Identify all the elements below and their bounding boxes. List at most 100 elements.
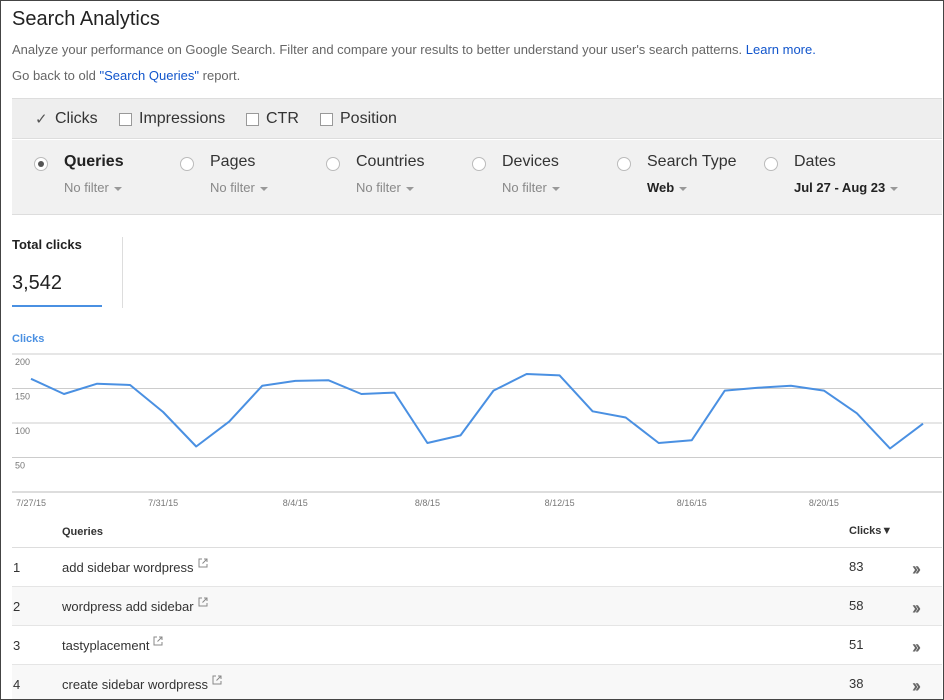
learn-more-link[interactable]: Learn more. [746,42,816,57]
clicks-series-line [30,373,924,450]
column-header-queries[interactable]: Queries [62,526,103,538]
row-index: 4 [13,677,21,692]
dimension-label: Queries [64,153,124,170]
checkbox-icon[interactable] [320,112,333,126]
metric-label: Impressions [139,110,226,127]
row-query[interactable]: tastyplacement [62,636,163,653]
metric-position[interactable]: Position [320,110,397,128]
metric-impressions[interactable]: Impressions [119,110,225,128]
metric-label: Clicks [55,110,98,127]
x-tick-label: 8/12/15 [545,498,575,508]
external-link-icon[interactable] [198,597,208,607]
row-clicks: 58 [849,598,864,613]
row-query[interactable]: create sidebar wordpress [62,675,222,692]
dimension-label: Pages [210,153,256,170]
x-tick-label: 8/4/15 [283,498,308,508]
double-chevron-right-icon[interactable]: ›› [912,637,921,658]
total-clicks-underline [12,305,102,307]
dimension-filter-dropdown[interactable]: No filter [210,180,268,195]
caret-down-icon [551,186,560,191]
back-suffix: report. [202,68,241,83]
x-tick-label: 8/8/15 [415,498,440,508]
radio-icon[interactable] [764,157,778,171]
y-tick-label: 50 [15,461,25,471]
metric-label: CTR [266,110,299,127]
caret-down-icon [890,186,899,191]
summary-divider [122,237,123,308]
external-link-icon[interactable] [198,558,208,568]
page-title: Search Analytics [12,8,160,30]
table-row[interactable]: 1 add sidebar wordpress 83 ›› [12,548,942,587]
dimension-label: Search Type [647,153,737,170]
row-clicks: 38 [849,676,864,691]
search-analytics-page: Search Analytics Analyze your performanc… [0,0,944,700]
metric-clicks[interactable]: ✓ Clicks [35,110,98,128]
checkbox-icon[interactable] [119,112,132,126]
row-clicks: 51 [849,637,864,652]
query-text: wordpress add sidebar [62,599,194,614]
radio-icon[interactable] [617,157,631,171]
y-tick-label: 200 [15,357,30,367]
dimension-filter-dropdown[interactable]: No filter [356,180,414,195]
clicks-chart: Clicks 50 100 150 200 7/27/15 7/31/15 8/4/15 8/… [1,331,943,516]
caret-down-icon [113,186,122,191]
radio-icon[interactable] [326,157,340,171]
filter-value: No filter [502,180,547,195]
table-row[interactable]: 2 wordpress add sidebar 58 ›› [12,587,942,626]
caret-down-icon [405,186,414,191]
filter-value: Web [647,180,675,195]
external-link-icon[interactable] [212,675,222,685]
filter-value: No filter [356,180,401,195]
page-description: Analyze your performance on Google Searc… [12,42,816,57]
dimension-filter-dropdown[interactable]: Web [647,180,688,195]
dimensions-bar: Queries No filter Pages No filter Countr… [12,140,942,215]
chart-series-label: Clicks [12,333,45,345]
metrics-bar: ✓ Clicks Impressions CTR Position [12,98,942,139]
radio-selected-icon[interactable] [34,157,48,171]
radio-icon[interactable] [180,157,194,171]
filter-value: No filter [210,180,255,195]
x-tick-label: 8/20/15 [809,498,839,508]
total-clicks-value: 3,542 [12,272,63,294]
external-link-icon[interactable] [153,636,163,646]
double-chevron-right-icon[interactable]: ›› [912,559,921,580]
old-search-queries-link[interactable]: "Search Queries" [99,68,199,83]
row-query[interactable]: add sidebar wordpress [62,558,208,575]
dimension-label: Dates [794,153,836,170]
query-text: tastyplacement [62,638,150,653]
filter-value: No filter [64,180,109,195]
row-index: 1 [13,560,21,575]
total-clicks-card[interactable]: Total clicks 3,542 [12,237,82,294]
description-text: Analyze your performance on Google Searc… [12,42,743,57]
table-header: Queries Clicks▼ [12,516,942,548]
dimension-label: Devices [502,153,559,170]
x-tick-label: 8/16/15 [677,498,707,508]
row-index: 2 [13,599,21,614]
row-query[interactable]: wordpress add sidebar [62,597,208,614]
dimension-filter-dropdown[interactable]: No filter [64,180,122,195]
double-chevron-right-icon[interactable]: ›› [912,676,921,697]
table-row[interactable]: 3 tastyplacement 51 ›› [12,626,942,665]
caret-down-icon [259,186,268,191]
row-index: 3 [13,638,21,653]
clicks-line-chart: 50 100 150 200 7/27/15 7/31/15 8/4/15 8/8/15 8/1… [12,353,942,508]
old-report-notice: Go back to old "Search Queries" report. [12,68,240,83]
double-chevron-right-icon[interactable]: ›› [912,598,921,619]
metric-ctr[interactable]: CTR [246,110,299,128]
y-tick-label: 150 [15,392,30,402]
radio-icon[interactable] [472,157,486,171]
table-row[interactable]: 4 create sidebar wordpress 38 ›› [12,665,942,699]
query-text: add sidebar wordpress [62,560,194,575]
column-header-clicks[interactable]: Clicks▼ [849,525,892,537]
query-text: create sidebar wordpress [62,677,208,692]
checkbox-icon[interactable] [246,112,259,126]
back-prefix: Go back to old [12,68,96,83]
metric-label: Position [340,110,397,127]
dimension-filter-dropdown[interactable]: Jul 27 - Aug 23 [794,180,899,195]
x-tick-label: 7/31/15 [148,498,178,508]
dimension-label: Countries [356,153,425,170]
y-tick-label: 100 [15,426,30,436]
row-clicks: 83 [849,559,864,574]
checkmark-icon: ✓ [35,111,48,128]
dimension-filter-dropdown[interactable]: No filter [502,180,560,195]
